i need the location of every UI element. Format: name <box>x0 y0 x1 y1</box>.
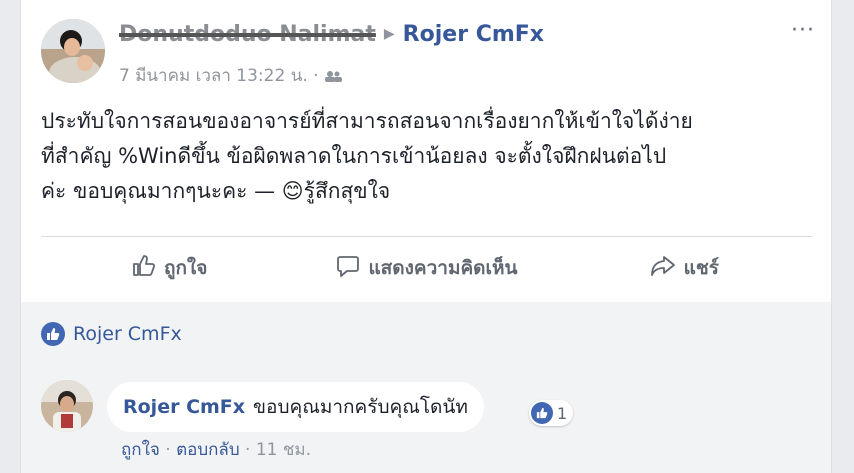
comment-time[interactable]: 11 ชม. <box>256 440 311 460</box>
comment-label: แสดงความคิดเห็น <box>368 257 518 279</box>
post-card: Donutdoduo Nalimat ▶ Rojer CmFx ··· 7 มีนา… <box>20 0 832 473</box>
author-avatar[interactable] <box>41 19 105 83</box>
divider <box>41 236 813 237</box>
meta-separator: · <box>313 66 319 86</box>
share-button[interactable]: แชร์ <box>556 238 813 298</box>
like-badge-icon <box>41 322 65 346</box>
likes-summary[interactable]: Rojer CmFx <box>41 322 182 346</box>
post-text-line: ค่ะ ขอบคุณมากๆนะคะ — 😊รู้สึกสุขใจ <box>41 179 391 203</box>
commenter-avatar[interactable] <box>41 380 93 432</box>
post-actions: ถูกใจ แสดงความคิดเห็น แชร์ <box>41 238 813 298</box>
like-label: ถูกใจ <box>163 257 208 279</box>
thumbs-up-icon <box>132 254 156 283</box>
reaction-count: 1 <box>557 403 568 423</box>
share-label: แชร์ <box>683 257 719 279</box>
post-timestamp[interactable]: 7 มีนาคม เวลา 13:22 น. <box>119 66 308 86</box>
post-header: Donutdoduo Nalimat ▶ Rojer CmFx <box>119 22 544 47</box>
post-meta: 7 มีนาคม เวลา 13:22 น. · <box>119 62 342 89</box>
comment-text: ขอบคุณมากครับคุณโดนัท <box>253 396 468 418</box>
arrow-right-icon: ▶ <box>383 26 395 42</box>
comment-actions: ถูกใจ · ตอบกลับ · 11 ชม. <box>121 436 311 463</box>
target-name[interactable]: Rojer CmFx <box>403 22 544 47</box>
comment-bubble: Rojer CmFx ขอบคุณมากครับคุณโดนัท <box>107 382 484 432</box>
comment-author[interactable]: Rojer CmFx <box>123 396 245 418</box>
comment-reply-link[interactable]: ตอบกลับ <box>176 440 240 460</box>
post-menu-button[interactable]: ··· <box>791 18 815 43</box>
share-arrow-icon <box>650 254 676 283</box>
author-name[interactable]: Donutdoduo Nalimat <box>119 22 376 47</box>
comment-reactions[interactable]: 1 <box>529 400 574 426</box>
reaction-like-icon <box>531 402 553 424</box>
like-button[interactable]: ถูกใจ <box>41 238 298 298</box>
comment-button[interactable]: แสดงความคิดเห็น <box>298 238 555 298</box>
post-text: ประทับใจการสอนของอาจารย์ที่สามารถสอนจากเ… <box>41 104 821 209</box>
likes-name[interactable]: Rojer CmFx <box>73 323 182 345</box>
comment-like-link[interactable]: ถูกใจ <box>121 440 160 460</box>
comment-sep: · <box>165 440 171 460</box>
comment-sep: · <box>245 440 251 460</box>
comments-section: Rojer CmFx Rojer CmFx ขอบคุณมากครับคุณโด… <box>21 302 831 473</box>
friends-privacy-icon[interactable] <box>324 66 342 86</box>
post-text-line: ประทับใจการสอนของอาจารย์ที่สามารถสอนจากเ… <box>41 109 693 133</box>
post-text-line: ที่สำคัญ %Winดีขึ้น ข้อผิดพลาดในการเข้าน… <box>41 144 667 168</box>
comment-icon <box>336 254 360 283</box>
